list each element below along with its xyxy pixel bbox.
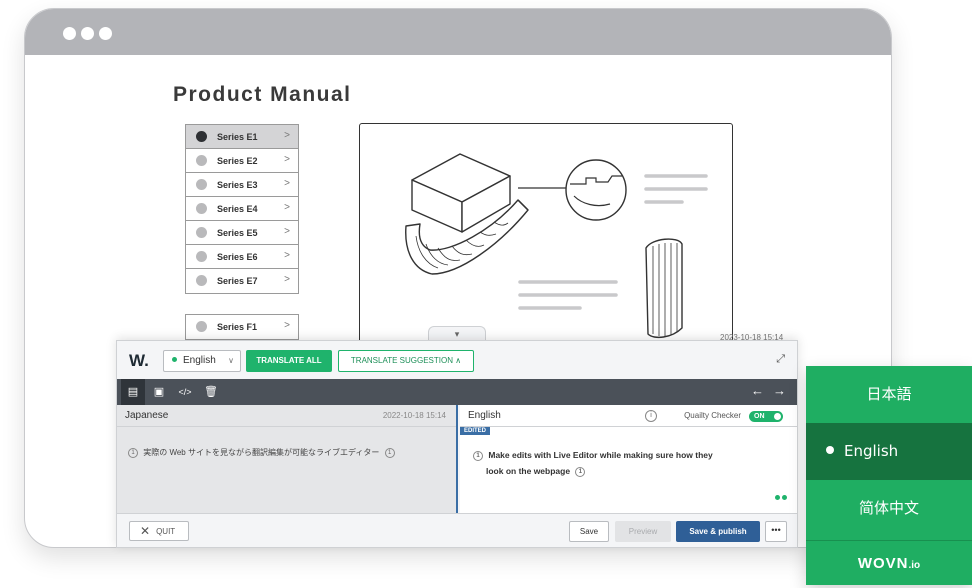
radio-bullet-icon <box>196 227 207 238</box>
series-list-f: Series F1 > <box>185 314 299 340</box>
live-editor-panel: W. English ∨ TRANSLATE ALL TRANSLATE SUG… <box>116 340 798 548</box>
radio-bullet-icon <box>196 179 207 190</box>
chevron-right-icon: > <box>284 320 290 331</box>
series-item[interactable]: Series E2 > <box>186 149 298 173</box>
chevron-right-icon: > <box>284 250 290 261</box>
series-item[interactable]: Series E6 > <box>186 245 298 269</box>
radio-bullet-icon <box>196 251 207 262</box>
radio-bullet-icon <box>196 131 207 142</box>
series-item[interactable]: Series E5 > <box>186 221 298 245</box>
product-diagram-image <box>405 153 708 339</box>
series-list-e: Series E1 > Series E2 > Series E3 > Seri… <box>185 124 299 294</box>
text-mode-icon[interactable]: ▤ <box>121 379 145 405</box>
product-illustration <box>359 123 733 349</box>
quality-checker-toggle[interactable]: ON <box>749 411 783 422</box>
close-icon: ✕ <box>140 524 151 538</box>
edited-badge: EDITED <box>460 427 491 435</box>
translate-suggestion-button[interactable]: TRANSLATE SUGGESTION ∧ <box>338 350 474 372</box>
language-switcher: 日本語 English 简体中文 WOVN.io <box>806 366 972 585</box>
chevron-right-icon: > <box>284 178 290 189</box>
expand-icon[interactable]: ⤢ <box>776 353 785 366</box>
save-and-publish-button[interactable]: Save & publish <box>676 521 760 542</box>
radio-bullet-icon <box>196 321 207 332</box>
series-item[interactable]: Series E7 > <box>186 269 298 293</box>
code-mode-icon[interactable]: </> <box>173 379 197 405</box>
chevron-down-icon: ▾ <box>454 329 460 339</box>
chevron-right-icon: > <box>284 202 290 213</box>
editor-header: W. English ∨ TRANSLATE ALL TRANSLATE SUG… <box>117 341 797 379</box>
source-pane: Japanese 2022-10-18 15:14 1 実際の Web サイトを… <box>117 405 458 513</box>
radio-bullet-icon <box>196 203 207 214</box>
language-option-japanese[interactable]: 日本語 <box>806 366 972 423</box>
series-item[interactable]: Series E4 > <box>186 197 298 221</box>
target-pane: English i Quailty Checker ON EDITED 1 Ma… <box>460 405 797 513</box>
window-dot-2 <box>81 27 94 40</box>
source-segment[interactable]: 1 実際の Web サイトを見ながら翻訳編集が可能なライブエディター 1 <box>125 447 398 458</box>
series-item[interactable]: Series E1 > <box>186 125 298 149</box>
series-item[interactable]: Series F1 > <box>186 315 298 339</box>
status-dots-icon <box>773 487 787 505</box>
wovn-brand-logo: WOVN.io <box>806 540 972 585</box>
window-dot-3 <box>99 27 112 40</box>
source-header: Japanese 2022-10-18 15:14 <box>117 405 456 427</box>
wovn-logo: W. <box>129 351 149 370</box>
image-mode-icon[interactable]: ▣ <box>147 379 171 405</box>
page-title: Product Manual <box>173 83 352 106</box>
browser-title-bar <box>25 9 891 55</box>
preview-button[interactable]: Preview <box>615 521 671 542</box>
chevron-up-icon: ∧ <box>455 356 462 365</box>
translate-all-button[interactable]: TRANSLATE ALL <box>246 350 332 372</box>
chevron-right-icon: > <box>284 274 290 285</box>
trash-icon[interactable]: 🗑 <box>199 379 223 405</box>
quit-button[interactable]: ✕ QUIT <box>129 521 189 541</box>
language-option-english[interactable]: English <box>806 423 972 480</box>
selected-dot-icon <box>826 446 834 454</box>
info-icon[interactable]: i <box>645 410 657 422</box>
editor-footer: ✕ QUIT Save Preview Save & publish ••• <box>117 513 797 547</box>
status-dot-icon <box>172 357 177 362</box>
chevron-right-icon: > <box>284 154 290 165</box>
chevron-right-icon: > <box>284 130 290 141</box>
target-segment[interactable]: 1 Make edits with Live Editor while maki… <box>470 447 760 479</box>
window-dot-1 <box>63 27 76 40</box>
radio-bullet-icon <box>196 275 207 286</box>
language-select[interactable]: English ∨ <box>163 350 241 372</box>
language-option-chinese[interactable]: 简体中文 <box>806 480 972 537</box>
arrow-right-icon[interactable]: → <box>773 383 786 398</box>
target-header: English i Quailty Checker ON <box>460 405 797 427</box>
editor-toolbar: ▤ ▣ </> 🗑 ← → <box>117 379 797 405</box>
arrow-left-icon[interactable]: ← <box>751 383 764 398</box>
radio-bullet-icon <box>196 155 207 166</box>
chevron-down-icon: ∨ <box>228 356 234 365</box>
more-options-button[interactable]: ••• <box>765 521 787 542</box>
chevron-right-icon: > <box>284 226 290 237</box>
save-button[interactable]: Save <box>569 521 609 542</box>
series-item[interactable]: Series E3 > <box>186 173 298 197</box>
